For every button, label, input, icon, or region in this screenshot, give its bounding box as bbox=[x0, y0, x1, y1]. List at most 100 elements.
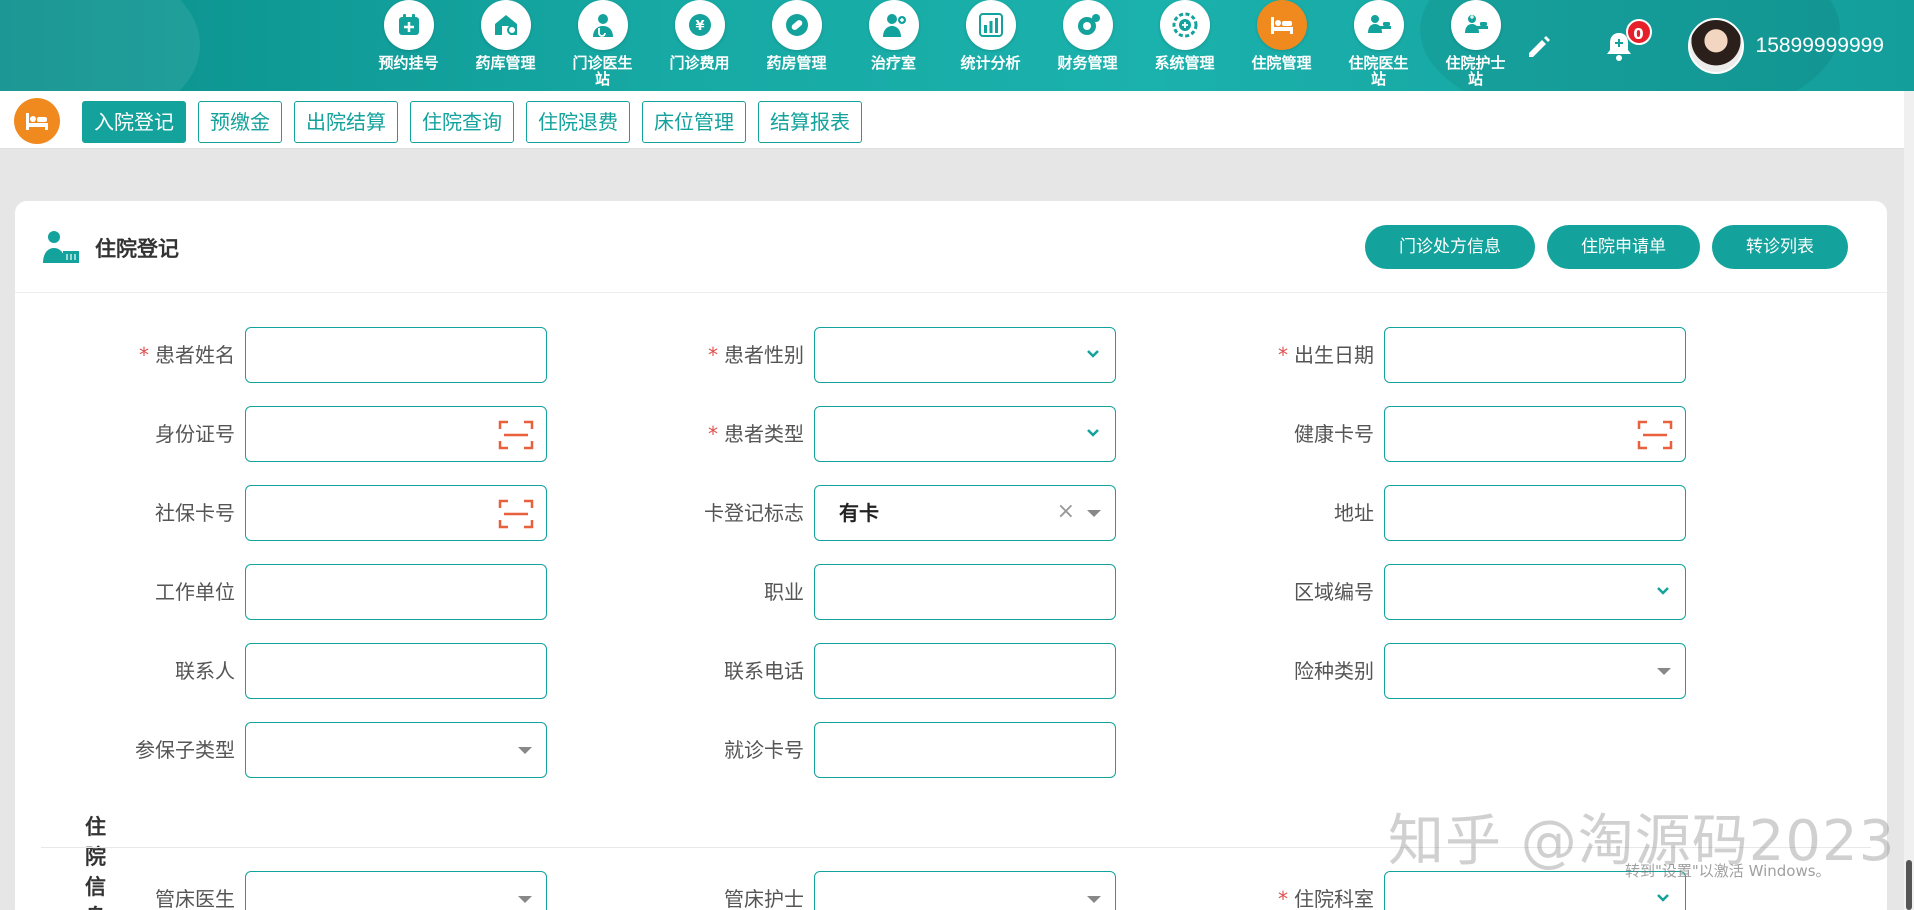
field-label: 工作单位 bbox=[155, 580, 235, 604]
social-security-card-input[interactable] bbox=[245, 485, 547, 541]
tab-settlement-report[interactable]: 结算报表 bbox=[758, 101, 862, 143]
nav-module-pharmacy[interactable]: 药房管理 bbox=[748, 0, 845, 91]
scan-icon[interactable] bbox=[1637, 420, 1673, 450]
nav-module-outpatient-doctor[interactable]: 门诊医生站 bbox=[554, 0, 651, 91]
notification-count-badge: 0 bbox=[1625, 18, 1652, 45]
bed-nurse-select[interactable] bbox=[814, 871, 1116, 910]
nav-module-statistics[interactable]: 统计分析 bbox=[942, 0, 1039, 91]
selected-value: 有卡 bbox=[839, 501, 879, 525]
hospital-bed-icon bbox=[1256, 0, 1307, 50]
nav-module-inpatient-doctor[interactable]: 住院医生站 bbox=[1330, 0, 1427, 91]
patient-type-select[interactable] bbox=[814, 406, 1116, 462]
contact-phone-input[interactable] bbox=[814, 643, 1116, 699]
chevron-down-icon bbox=[1087, 429, 1099, 437]
caret-down-icon bbox=[518, 747, 532, 754]
scrollbar-thumb[interactable] bbox=[1906, 860, 1912, 910]
user-area: 0 15899999999 bbox=[1524, 0, 1914, 91]
field-label: 职业 bbox=[764, 580, 804, 604]
field-label: 管床护士 bbox=[724, 887, 804, 910]
user-avatar[interactable] bbox=[1687, 17, 1744, 74]
patient-name-input[interactable] bbox=[245, 327, 547, 383]
header-actions: 门诊处方信息 住院申请单 转诊列表 bbox=[1353, 225, 1848, 269]
clear-icon[interactable]: × bbox=[1057, 500, 1075, 524]
finance-gear-icon bbox=[1062, 0, 1113, 50]
field-label: * 患者姓名 bbox=[139, 343, 235, 367]
field-label: 管床医生 bbox=[155, 887, 235, 910]
id-number-input[interactable] bbox=[245, 406, 547, 462]
tab-bed-management[interactable]: 床位管理 bbox=[642, 101, 746, 143]
card-registration-flag-select[interactable]: 有卡 × bbox=[814, 485, 1116, 541]
nav-module-pharmacy-warehouse[interactable]: 药库管理 bbox=[457, 0, 554, 91]
health-card-input[interactable] bbox=[1384, 406, 1686, 462]
nav-module-finance[interactable]: 财务管理 bbox=[1039, 0, 1136, 91]
nav-module-treatment-room[interactable]: 治疗室 bbox=[845, 0, 942, 91]
field-label: 区域编号 bbox=[1294, 580, 1374, 604]
nav-module-label: 药房管理 bbox=[766, 54, 827, 72]
scan-icon[interactable] bbox=[498, 420, 534, 450]
windows-activation-notice: 转到"设置"以激活 Windows。 bbox=[1625, 862, 1831, 880]
caret-down-icon bbox=[1087, 896, 1101, 903]
contact-person-input[interactable] bbox=[245, 643, 547, 699]
nav-module-label: 系统管理 bbox=[1154, 54, 1215, 72]
caret-down-icon bbox=[1087, 510, 1101, 517]
field-label: 参保子类型 bbox=[135, 738, 235, 762]
inpatient-module-logo-icon bbox=[14, 98, 60, 144]
insurance-type-select[interactable] bbox=[1384, 643, 1686, 699]
region-code-select[interactable] bbox=[1384, 564, 1686, 620]
nav-module-label: 门诊费用 bbox=[669, 54, 730, 72]
tab-inpatient-refund[interactable]: 住院退费 bbox=[526, 101, 630, 143]
nav-module-inpatient-nurse[interactable]: 住院护士站 bbox=[1427, 0, 1524, 91]
field-label: 险种类别 bbox=[1294, 659, 1374, 683]
chevron-down-icon bbox=[1657, 587, 1669, 595]
svg-text:¥: ¥ bbox=[695, 19, 704, 34]
nav-module-outpatient-fees[interactable]: ¥ 门诊费用 bbox=[651, 0, 748, 91]
occupation-input[interactable] bbox=[814, 564, 1116, 620]
pencil-edit-icon[interactable] bbox=[1524, 31, 1554, 61]
nav-module-label: 财务管理 bbox=[1057, 54, 1118, 72]
field-label: 社保卡号 bbox=[155, 501, 235, 525]
nav-module-label: 药库管理 bbox=[475, 54, 536, 72]
visit-card-input[interactable] bbox=[814, 722, 1116, 778]
birth-date-input[interactable] bbox=[1384, 327, 1686, 383]
notifications-button[interactable]: 0 bbox=[1602, 18, 1652, 63]
caret-down-icon bbox=[1657, 668, 1671, 675]
field-label: 联系人 bbox=[175, 659, 235, 683]
address-input[interactable] bbox=[1384, 485, 1686, 541]
bed-doctor-select[interactable] bbox=[245, 871, 547, 910]
field-label: 联系电话 bbox=[724, 659, 804, 683]
field-label: 卡登记标志 bbox=[704, 501, 804, 525]
patient-gender-select[interactable] bbox=[814, 327, 1116, 383]
nav-module-appointment[interactable]: 预约挂号 bbox=[360, 0, 457, 91]
doctor-icon bbox=[577, 0, 628, 50]
field-label: * 患者性别 bbox=[708, 343, 804, 367]
nav-module-system[interactable]: 系统管理 bbox=[1136, 0, 1233, 91]
referral-list-button[interactable]: 转诊列表 bbox=[1712, 225, 1848, 269]
chevron-down-icon bbox=[1087, 350, 1099, 358]
user-phone-number[interactable]: 15899999999 bbox=[1756, 34, 1884, 58]
tab-inpatient-query[interactable]: 住院查询 bbox=[410, 101, 514, 143]
nav-module-label: 统计分析 bbox=[960, 54, 1021, 72]
tab-admission-registration[interactable]: 入院登记 bbox=[82, 101, 186, 143]
tab-discharge-settlement[interactable]: 出院结算 bbox=[294, 101, 398, 143]
tab-prepayment[interactable]: 预缴金 bbox=[198, 101, 282, 143]
field-label: 健康卡号 bbox=[1294, 422, 1374, 446]
nurse-treatment-icon bbox=[868, 0, 919, 50]
card-header: 住院登记 门诊处方信息 住院申请单 转诊列表 bbox=[15, 201, 1887, 293]
insurance-subtype-select[interactable] bbox=[245, 722, 547, 778]
sub-navigation-bar: 入院登记 预缴金 出院结算 住院查询 住院退费 床位管理 结算报表 bbox=[0, 91, 1914, 149]
scan-icon[interactable] bbox=[498, 499, 534, 529]
nav-module-label: 住院护士站 bbox=[1445, 54, 1506, 88]
page-scrollbar[interactable] bbox=[1904, 91, 1914, 910]
top-navigation-bar: 预约挂号 药库管理 门诊医生站 ¥ 门诊费用 药房管理 治疗室 统计分析 财务管… bbox=[0, 0, 1914, 91]
warehouse-icon bbox=[480, 0, 531, 50]
field-label: * 住院科室 bbox=[1278, 887, 1374, 910]
nav-module-inpatient[interactable]: 住院管理 bbox=[1233, 0, 1330, 91]
employer-input[interactable] bbox=[245, 564, 547, 620]
pill-icon bbox=[771, 0, 822, 50]
decor-glow bbox=[0, 0, 200, 91]
prescription-info-button[interactable]: 门诊处方信息 bbox=[1365, 225, 1535, 269]
card-title: 住院登记 bbox=[95, 237, 179, 261]
admission-request-button[interactable]: 住院申请单 bbox=[1547, 225, 1700, 269]
nav-module-label: 住院医生站 bbox=[1348, 54, 1409, 88]
field-label: 就诊卡号 bbox=[724, 738, 804, 762]
